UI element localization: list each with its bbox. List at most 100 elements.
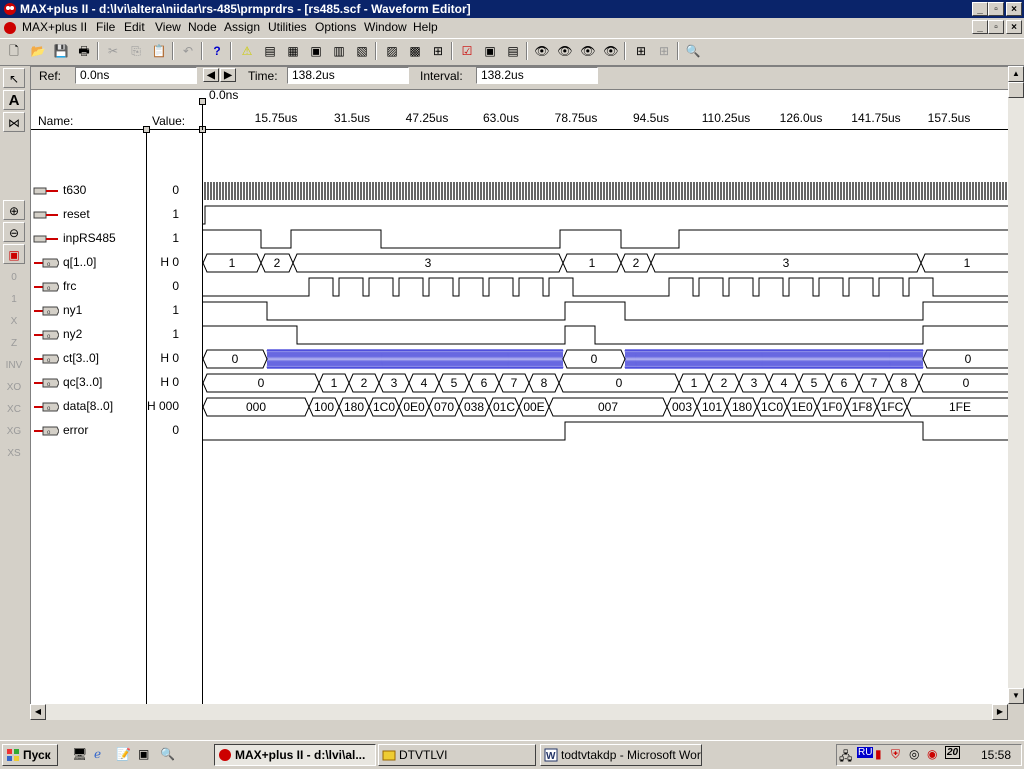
project-tree-icon[interactable]: ⊞ [428,41,448,61]
hierarchy-display-icon[interactable]: ▨ [382,41,402,61]
output-pin-icon[interactable]: o [33,426,59,436]
menu-file[interactable]: File [96,20,115,34]
menu-window[interactable]: Window [364,20,407,34]
tray-app2-icon[interactable]: ◉ [927,747,937,761]
signal-name[interactable]: error [63,423,88,437]
signal-name[interactable]: t630 [63,183,86,197]
start-button[interactable]: Пуск [2,744,58,766]
warning-icon[interactable]: ⚠ [237,41,257,61]
waveform-canvas[interactable]: 1 2 3 1 2 3 10 0 00 1 2 3 4 5 6 7 8 0 1 2 3 4 5 6 7 8 0000 100 180 1C… [203,130,1009,705]
input-pin-icon[interactable] [33,210,59,220]
signal-name[interactable]: data[8..0] [63,399,113,413]
menu-node[interactable]: Node [188,20,217,34]
grid-icon[interactable]: ⊞ [631,41,651,61]
minimize-button[interactable]: _ [972,2,988,16]
output-pin-icon[interactable]: o [33,258,59,268]
menu-maxplus[interactable]: MAX+plus II [22,20,87,34]
print-icon[interactable]: 🖶 [74,41,94,61]
text-editor-icon[interactable]: ▥ [329,41,349,61]
output-pin-icon[interactable]: o [33,282,59,292]
symbol-editor-icon[interactable]: ▣ [306,41,326,61]
scroll-right-button[interactable]: ▶ [992,704,1008,720]
signal-name[interactable]: qc[3..0] [63,375,102,389]
maximize-button[interactable]: ▫ [988,2,1004,16]
notepad-icon[interactable]: 📝 [116,747,131,761]
task-folder[interactable]: DTVTLVI [378,744,536,766]
doc-minimize-button[interactable]: _ [972,20,988,34]
compiler-icon[interactable]: ☑ [457,41,477,61]
floorplan-icon[interactable]: ▦ [283,41,303,61]
menu-utilities[interactable]: Utilities [268,20,307,34]
overwrite-count-icon[interactable]: XO [3,378,25,398]
tray-app-icon[interactable]: ▮ [875,747,882,761]
input-pin-icon[interactable] [33,234,59,244]
set-low-icon[interactable]: 0 [3,268,25,288]
clock-tray-icon[interactable]: ◎ [909,747,919,761]
task-maxplus[interactable]: MAX+plus II - d:\lvi\al... [214,744,376,766]
calendar-icon[interactable]: 20 [945,746,961,759]
simulator-icon[interactable]: ▣ [480,41,500,61]
view-c-icon[interactable]: 👁 [601,41,621,61]
channel-icon[interactable]: ▣ [138,747,149,761]
output-pin-icon[interactable]: o [33,378,59,388]
scroll-up-button[interactable]: ▲ [1008,66,1024,82]
copy-icon[interactable]: ⎘ [126,41,146,61]
maxplus-app-icon[interactable] [3,2,17,16]
close-button[interactable]: × [1006,2,1022,16]
signal-name[interactable]: frc [63,279,76,293]
set-hiz-icon[interactable]: Z [3,334,25,354]
column-resize-handle[interactable] [143,126,150,133]
view-a-icon[interactable]: 👁 [532,41,552,61]
desktop-icon[interactable]: 🖥 [72,747,87,761]
open-file-icon[interactable]: 📂 [28,41,48,61]
maxplus-doc-icon[interactable] [3,21,17,35]
task-word[interactable]: W todtvtakdp - Microsoft Word [540,744,702,766]
zoom-out-icon[interactable]: ⊖ [3,222,25,242]
menu-edit[interactable]: Edit [124,20,145,34]
signal-name[interactable]: ny2 [63,327,82,341]
set-unknown-icon[interactable]: X [3,312,25,332]
ref-field[interactable]: 0.0ns [75,67,197,84]
find-icon[interactable]: 🔍 [160,747,175,761]
doc-restore-button[interactable]: ▫ [988,20,1004,34]
menu-assign[interactable]: Assign [224,20,260,34]
pointer-tool-icon[interactable]: ↖ [3,68,25,88]
antivirus-icon[interactable]: ⛨ [891,747,900,762]
cut-icon[interactable]: ✂ [103,41,123,61]
output-pin-icon[interactable]: o [33,402,59,412]
undo-icon[interactable]: ↶ [178,41,198,61]
output-pin-icon[interactable]: o [33,330,59,340]
invert-icon[interactable]: INV [3,356,25,376]
signal-name[interactable]: q[1..0] [63,255,96,269]
vertical-scroll-thumb[interactable] [1008,82,1024,98]
waveform-editor-icon[interactable]: ▧ [352,41,372,61]
text-tool-icon[interactable]: A [3,90,25,110]
output-pin-icon[interactable]: o [33,306,59,316]
grid-disabled-icon[interactable]: ⊞ [654,41,674,61]
signal-name[interactable]: inpRS485 [63,231,116,245]
floorplan-editor-icon[interactable]: ▩ [405,41,425,61]
timing-analyzer-icon[interactable]: ▤ [503,41,523,61]
waveform-tool-icon[interactable]: ⋈ [3,112,25,132]
menu-view[interactable]: View [155,20,181,34]
set-high-icon[interactable]: 1 [3,290,25,310]
time-field[interactable]: 138.2us [287,67,409,84]
new-file-icon[interactable]: 🗋 [4,41,24,61]
input-pin-icon[interactable] [33,186,59,196]
overwrite-state-icon[interactable]: XS [3,444,25,464]
language-indicator[interactable]: RU [857,747,874,758]
view-ab-icon[interactable]: 👁 [555,41,575,61]
ref-next-button[interactable]: ▶ [220,68,236,82]
browser-icon[interactable]: ℯ [94,747,101,761]
horizontal-scrollbar[interactable]: ◀ ▶ [30,704,1008,720]
signal-name[interactable]: ny1 [63,303,82,317]
view-b-icon[interactable]: 👁 [578,41,598,61]
scroll-left-button[interactable]: ◀ [30,704,46,720]
fit-in-window-icon[interactable]: ▣ [3,244,25,264]
interval-field[interactable]: 138.2us [476,67,598,84]
ref-prev-button[interactable]: ◀ [203,68,219,82]
network-icon[interactable]: 🖧 [839,747,852,768]
doc-close-button[interactable]: × [1006,20,1022,34]
signal-name[interactable]: reset [63,207,90,221]
menu-help[interactable]: Help [413,20,438,34]
